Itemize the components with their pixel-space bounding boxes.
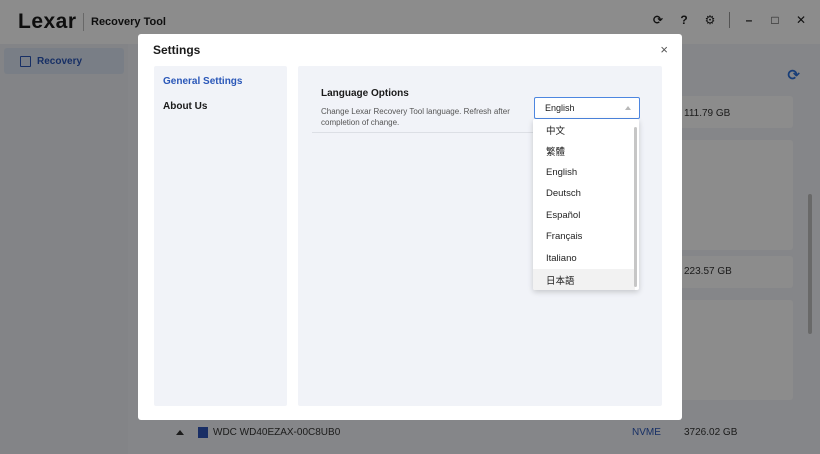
language-select[interactable]: English — [534, 97, 640, 119]
language-option[interactable]: Français — [533, 226, 635, 247]
language-option[interactable]: 日本語 — [533, 269, 635, 290]
language-option[interactable]: 繁體 — [533, 140, 635, 161]
dialog-title: Settings — [153, 43, 201, 57]
settings-nav: General Settings About Us — [154, 66, 287, 406]
language-option[interactable]: 中文 — [533, 119, 635, 140]
language-option[interactable]: English — [533, 162, 635, 183]
language-option[interactable]: Deutsch — [533, 183, 635, 204]
language-options-description: Change Lexar Recovery Tool language. Ref… — [321, 107, 510, 127]
caret-up-icon — [625, 106, 631, 110]
section-divider — [312, 132, 542, 133]
nav-item-about-us[interactable]: About Us — [163, 101, 207, 112]
language-option[interactable]: Italiano — [533, 248, 635, 269]
close-icon[interactable]: × — [660, 42, 668, 57]
language-dropdown: 中文 繁體 English Deutsch Español Français I… — [533, 119, 639, 290]
dropdown-scrollbar[interactable] — [634, 127, 637, 287]
language-option[interactable]: Español — [533, 205, 635, 226]
language-selected-value: English — [545, 103, 575, 113]
nav-item-general-settings[interactable]: General Settings — [163, 76, 242, 87]
language-options-title: Language Options — [321, 88, 409, 99]
